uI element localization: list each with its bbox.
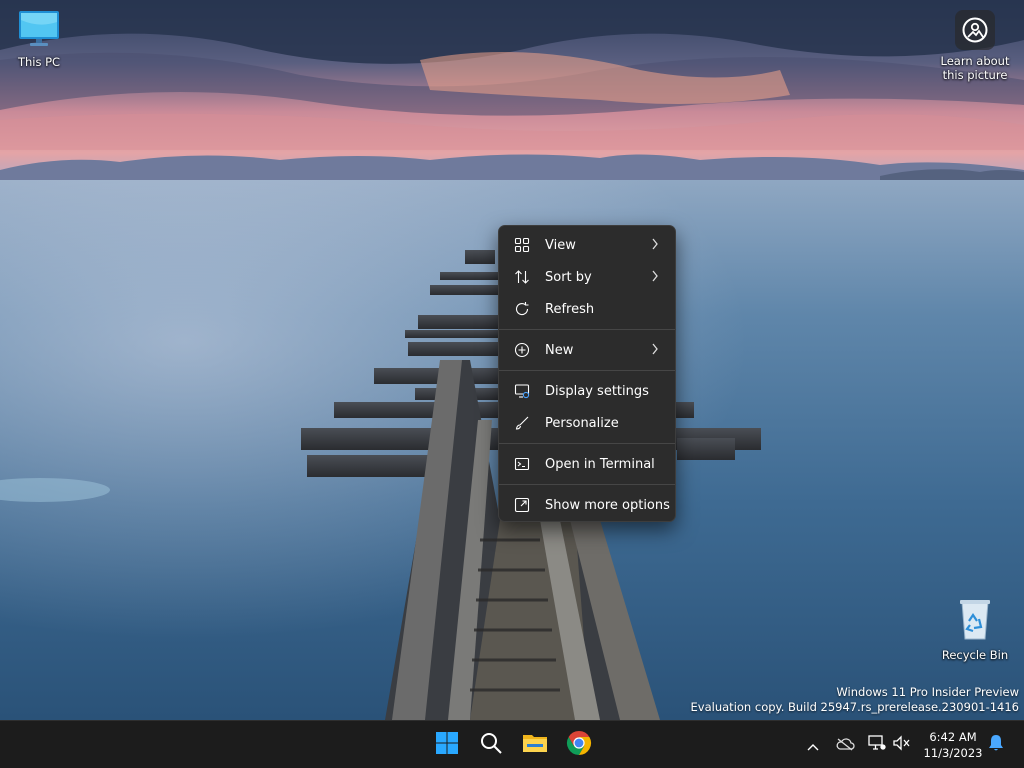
taskbar: 6:42 AM 11/3/2023 bbox=[0, 720, 1024, 768]
onedrive-cloud-icon bbox=[835, 736, 855, 755]
menu-item-view[interactable]: View bbox=[503, 229, 671, 261]
onedrive-tray-button[interactable] bbox=[833, 733, 857, 757]
learn-about-label-line2: this picture bbox=[942, 68, 1008, 82]
menu-item-label: Personalize bbox=[545, 415, 619, 431]
start-button[interactable] bbox=[427, 725, 467, 765]
menu-item-label: View bbox=[545, 237, 576, 253]
volume-tray-button[interactable] bbox=[890, 733, 914, 757]
search-button[interactable] bbox=[471, 725, 511, 765]
learn-about-label-line1: Learn about bbox=[940, 54, 1010, 68]
sort-icon bbox=[513, 268, 531, 286]
taskbar-clock[interactable]: 6:42 AM 11/3/2023 bbox=[917, 729, 989, 761]
menu-item-show-more-options[interactable]: Show more options bbox=[503, 489, 671, 521]
chevron-right-icon bbox=[651, 270, 659, 286]
menu-item-sort-by[interactable]: Sort by bbox=[503, 261, 671, 293]
chevron-right-icon bbox=[651, 343, 659, 359]
menu-item-display-settings[interactable]: Display settings bbox=[503, 375, 671, 407]
file-explorer-icon bbox=[522, 731, 548, 759]
show-hidden-icons-button[interactable] bbox=[801, 733, 825, 757]
menu-item-personalize[interactable]: Personalize bbox=[503, 407, 671, 439]
recycle-bin-icon bbox=[937, 597, 1013, 644]
chrome-icon bbox=[566, 730, 592, 760]
grid-icon bbox=[513, 236, 531, 254]
windows-logo-icon bbox=[435, 731, 459, 759]
clock-date: 11/3/2023 bbox=[923, 746, 983, 760]
recycle-bin-desktop-icon[interactable]: Recycle Bin bbox=[937, 597, 1013, 662]
notifications-button[interactable] bbox=[984, 733, 1008, 757]
plus-circle-icon bbox=[513, 341, 531, 359]
volume-muted-icon bbox=[893, 735, 911, 755]
chevron-up-icon bbox=[807, 736, 819, 755]
menu-separator bbox=[499, 443, 675, 444]
evaluation-watermark: Windows 11 Pro Insider Preview Evaluatio… bbox=[691, 685, 1019, 715]
brush-icon bbox=[513, 414, 531, 432]
chrome-button[interactable] bbox=[559, 725, 599, 765]
this-pc-desktop-icon[interactable]: This PC bbox=[1, 8, 77, 69]
network-icon bbox=[868, 735, 886, 755]
menu-item-label: Sort by bbox=[545, 269, 592, 285]
external-icon bbox=[513, 496, 531, 514]
menu-item-label: Open in Terminal bbox=[545, 456, 655, 472]
menu-item-new[interactable]: New bbox=[503, 334, 671, 366]
camera-person-icon bbox=[955, 10, 995, 50]
refresh-icon bbox=[513, 300, 531, 318]
clock-time: 6:42 AM bbox=[929, 730, 977, 744]
menu-separator bbox=[499, 484, 675, 485]
recycle-bin-label: Recycle Bin bbox=[941, 648, 1009, 662]
learn-about-picture-icon[interactable]: Learn about this picture bbox=[937, 10, 1013, 82]
menu-item-label: New bbox=[545, 342, 574, 358]
search-icon bbox=[479, 731, 503, 759]
menu-item-label: Display settings bbox=[545, 383, 649, 399]
menu-separator bbox=[499, 370, 675, 371]
chevron-right-icon bbox=[651, 238, 659, 254]
terminal-icon bbox=[513, 455, 531, 473]
watermark-line1: Windows 11 Pro Insider Preview bbox=[836, 685, 1019, 699]
menu-separator bbox=[499, 329, 675, 330]
monitor-icon bbox=[1, 8, 77, 51]
desktop-context-menu: View Sort by Refresh New Display setting… bbox=[498, 225, 676, 522]
display-settings-icon bbox=[513, 382, 531, 400]
file-explorer-button[interactable] bbox=[515, 725, 555, 765]
bell-icon bbox=[988, 734, 1004, 756]
menu-item-open-in-terminal[interactable]: Open in Terminal bbox=[503, 448, 671, 480]
menu-item-label: Show more options bbox=[545, 497, 670, 513]
this-pc-label: This PC bbox=[17, 55, 61, 69]
menu-item-label: Refresh bbox=[545, 301, 595, 317]
menu-item-refresh[interactable]: Refresh bbox=[503, 293, 671, 325]
network-tray-button[interactable] bbox=[865, 733, 889, 757]
watermark-line2: Evaluation copy. Build 25947.rs_prerelea… bbox=[690, 700, 1019, 714]
